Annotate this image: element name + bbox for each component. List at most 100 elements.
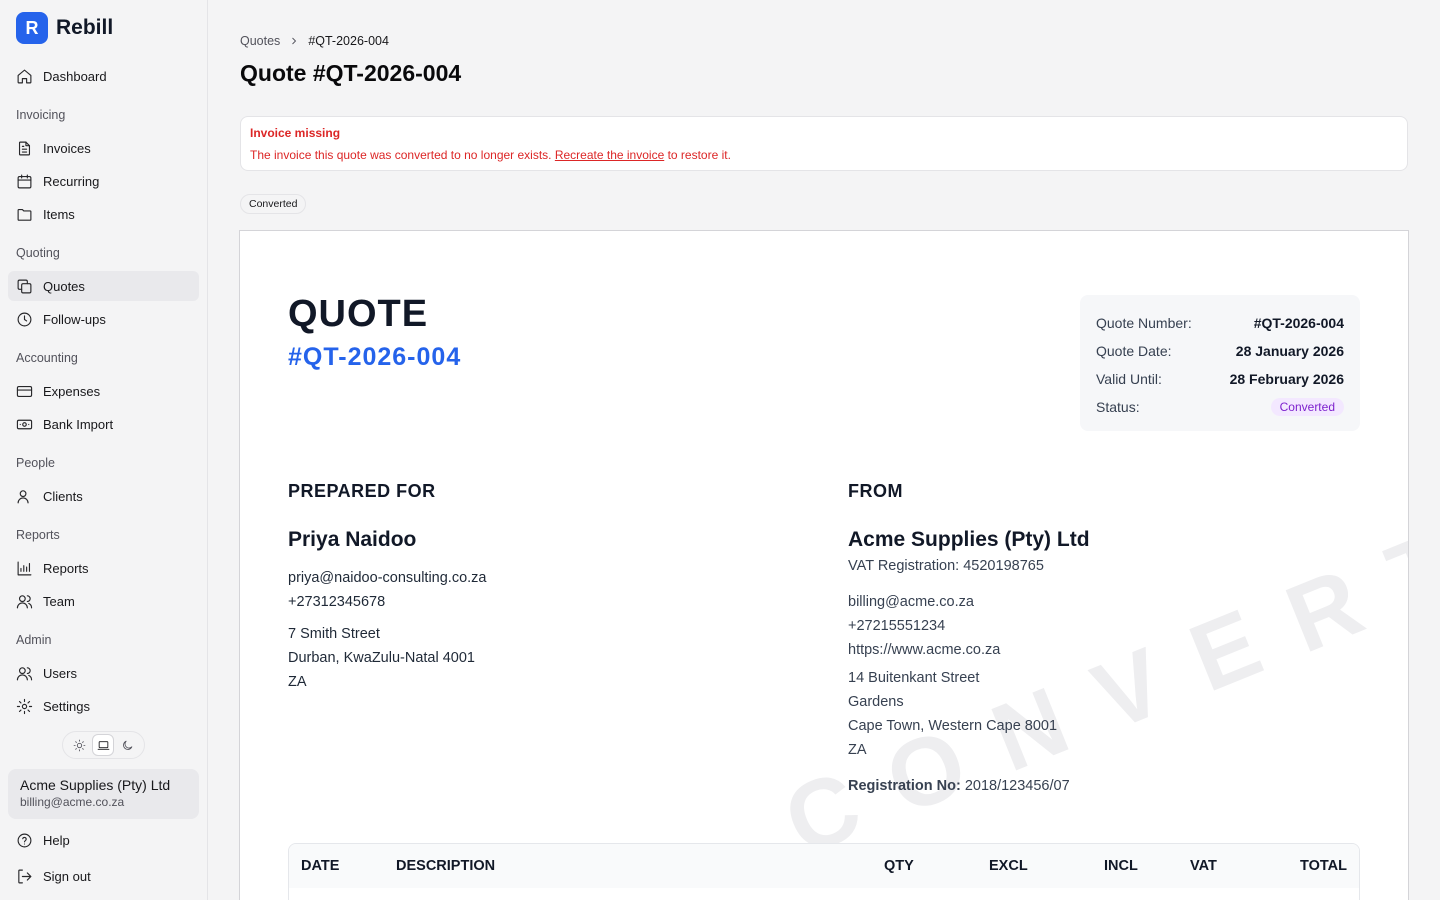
meta-status-badge: Converted — [1270, 398, 1344, 416]
column-header-qty: QTY — [884, 858, 914, 874]
calendar-icon — [17, 174, 32, 188]
meta-row-date: Quote Date: 28 January 2026 — [1096, 337, 1344, 365]
company-name: Acme Supplies (Pty) Ltd — [848, 528, 1090, 551]
sidebar-item-label: Bank Import — [43, 416, 114, 432]
theme-light-button[interactable] — [68, 734, 90, 756]
breadcrumb-current: #QT-2026-004 — [308, 34, 389, 48]
sidebar-item-label: Quotes — [43, 278, 85, 294]
document-number: #QT-2026-004 — [288, 343, 462, 371]
section-reports: Reports — [16, 528, 60, 542]
meta-value: 28 February 2026 — [1229, 371, 1344, 387]
column-header-date: DATE — [301, 858, 340, 874]
sidebar-item-dashboard[interactable]: Dashboard — [8, 61, 199, 91]
sidebar-item-items[interactable]: Items — [8, 199, 199, 229]
brand-logo: R — [16, 12, 48, 44]
meta-row-number: Quote Number: #QT-2026-004 — [1096, 309, 1344, 337]
meta-label: Valid Until: — [1096, 371, 1162, 387]
sidebar-item-label: Settings — [43, 698, 90, 714]
sidebar-item-expenses[interactable]: Expenses — [8, 376, 199, 406]
meta-label: Quote Number: — [1096, 315, 1192, 331]
user-icon — [17, 489, 29, 503]
company-vat: VAT Registration: 4520198765 — [848, 558, 1044, 574]
banknote-icon — [16, 419, 33, 429]
sidebar-item-team[interactable]: Team — [8, 586, 199, 616]
company-address-line-3: Cape Town, Western Cape 8001 — [848, 718, 1058, 734]
alert-text-before: The invoice this quote was converted to … — [250, 148, 555, 162]
sidebar-item-label: Dashboard — [43, 68, 107, 84]
sidebar-item-label: Invoices — [43, 140, 91, 156]
sidebar-item-label: Sign out — [43, 868, 91, 884]
alert-text-after: to restore it. — [664, 148, 731, 162]
page-title: Quote #QT-2026-004 — [240, 60, 462, 86]
column-header-description: DESCRIPTION — [396, 858, 496, 874]
meta-label: Status: — [1096, 399, 1140, 415]
client-name: Priya Naidoo — [288, 528, 417, 551]
help-circle-icon — [17, 833, 32, 847]
client-address-line-2: Durban, KwaZulu-Natal 4001 — [288, 650, 475, 666]
company-phone: +27215551234 — [848, 618, 946, 634]
sidebar-item-label: Items — [43, 206, 75, 222]
main-content: Quotes #QT-2026-004 Quote #QT-2026-004 I… — [208, 0, 1440, 900]
from-heading: FROM — [848, 481, 903, 501]
company-registration: Registration No: 2018/123456/07 — [848, 774, 1348, 798]
company-website: https://www.acme.co.za — [848, 642, 1001, 658]
sidebar-item-label: Clients — [43, 488, 83, 504]
sun-icon — [73, 739, 86, 751]
sidebar-item-label: Help — [43, 832, 70, 848]
sidebar-item-bank-import[interactable]: Bank Import — [8, 409, 199, 439]
account-name: Acme Supplies (Pty) Ltd — [20, 777, 171, 793]
folder-icon — [17, 208, 32, 221]
quote-meta-box: Quote Number: #QT-2026-004 Quote Date: 2… — [1080, 295, 1360, 431]
sidebar-item-invoices[interactable]: Invoices — [8, 133, 199, 163]
section-invoicing: Invoicing — [16, 108, 66, 122]
laptop-icon — [97, 740, 110, 750]
alert-title: Invoice missing — [250, 126, 341, 140]
home-icon — [17, 69, 32, 83]
client-address-line-1: 7 Smith Street — [288, 626, 380, 642]
client-phone: +27312345678 — [288, 594, 386, 610]
theme-dark-button[interactable] — [117, 734, 139, 756]
sidebar-item-followups[interactable]: Follow-ups — [8, 304, 199, 334]
sidebar-item-quotes[interactable]: Quotes — [8, 271, 199, 301]
section-admin: Admin — [16, 633, 52, 647]
sidebar-item-label: Users — [43, 665, 77, 681]
sidebar-item-clients[interactable]: Clients — [8, 481, 199, 511]
section-quoting: Quoting — [16, 246, 60, 260]
column-header-vat: VAT — [1190, 858, 1217, 874]
company-address-line-2: Gardens — [848, 694, 904, 710]
meta-row-valid: Valid Until: 28 February 2026 — [1096, 365, 1344, 393]
meta-value: #QT-2026-004 — [1253, 315, 1344, 331]
users-icon — [16, 666, 33, 680]
brand[interactable]: R Rebill — [16, 12, 113, 44]
sign-out-button[interactable]: Sign out — [8, 861, 199, 891]
breadcrumb-quotes-link[interactable]: Quotes — [240, 34, 280, 48]
sidebar-item-reports[interactable]: Reports — [8, 553, 199, 583]
section-accounting: Accounting — [16, 351, 78, 365]
sidebar-item-users[interactable]: Users — [8, 658, 199, 688]
file-text-icon — [18, 141, 31, 155]
company-country: ZA — [848, 742, 867, 758]
registration-label: Registration No: — [848, 778, 961, 794]
company-address-line-1: 14 Buitenkant Street — [848, 670, 980, 686]
copy-icon — [17, 279, 32, 293]
section-people: People — [16, 456, 55, 470]
theme-toggle — [62, 731, 145, 759]
moon-icon — [123, 740, 133, 750]
status-badge: Converted — [240, 194, 307, 214]
recreate-invoice-link[interactable]: Recreate the invoice — [555, 148, 664, 162]
log-out-icon — [18, 869, 32, 883]
column-header-total: TOTAL — [1300, 858, 1347, 874]
help-link[interactable]: Help — [8, 825, 199, 855]
clock-icon — [17, 312, 32, 326]
users-icon — [16, 594, 33, 608]
alert-text: The invoice this quote was converted to … — [250, 148, 1398, 162]
sidebar-item-label: Expenses — [43, 383, 101, 399]
prepared-for-heading: PREPARED FOR — [288, 481, 436, 501]
meta-label: Quote Date: — [1096, 343, 1172, 359]
sidebar-item-recurring[interactable]: Recurring — [8, 166, 199, 196]
registration-value: 2018/123456/07 — [964, 778, 1070, 794]
account-switcher[interactable]: Acme Supplies (Pty) Ltd billing@acme.co.… — [8, 769, 199, 819]
theme-system-button[interactable] — [92, 734, 115, 756]
from-block: FROM Acme Supplies (Pty) Ltd VAT Registr… — [848, 481, 1348, 798]
sidebar-item-settings[interactable]: Settings — [8, 691, 199, 721]
